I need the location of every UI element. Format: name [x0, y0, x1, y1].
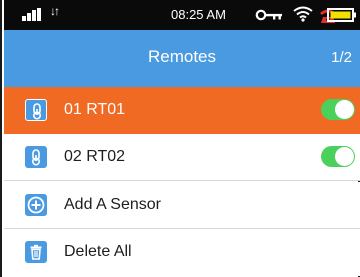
toggle-knob	[335, 147, 354, 166]
key-icon	[255, 9, 282, 21]
trash-icon	[25, 241, 47, 263]
toggle-knob	[335, 100, 354, 119]
add-sensor-label: Add A Sensor	[64, 196, 161, 213]
battery-icon	[327, 8, 356, 22]
add-sensor-button[interactable]: Add A Sensor	[4, 182, 360, 229]
page-indicator[interactable]: 1/2	[331, 49, 352, 67]
delete-all-label: Delete All	[64, 243, 132, 260]
header-bar: Remotes 1/2	[4, 30, 360, 87]
page-title: Remotes	[147, 47, 217, 66]
phone-screen: ↓↑ 08:25 AM Remotes 1/2 01 RT01 02 RT02 …	[0, 0, 360, 277]
sensor-toggle[interactable]	[321, 99, 355, 120]
sensor-icon	[25, 146, 47, 168]
plus-icon	[25, 194, 47, 216]
sensor-row-rt02[interactable]: 02 RT02	[4, 134, 360, 181]
sensor-name: 01 RT01	[64, 101, 126, 118]
sensor-toggle[interactable]	[321, 146, 355, 167]
status-time: 08:25 AM	[171, 7, 226, 22]
sensor-name: 02 RT02	[64, 148, 126, 165]
status-bar: ↓↑ 08:25 AM	[4, 0, 360, 30]
sensor-icon	[25, 99, 47, 121]
sensor-row-rt01[interactable]: 01 RT01	[4, 87, 360, 134]
wifi-icon	[293, 6, 313, 22]
data-arrows-icon: ↓↑	[50, 4, 60, 18]
delete-all-button[interactable]: Delete All	[4, 229, 360, 276]
signal-icon	[22, 8, 46, 21]
